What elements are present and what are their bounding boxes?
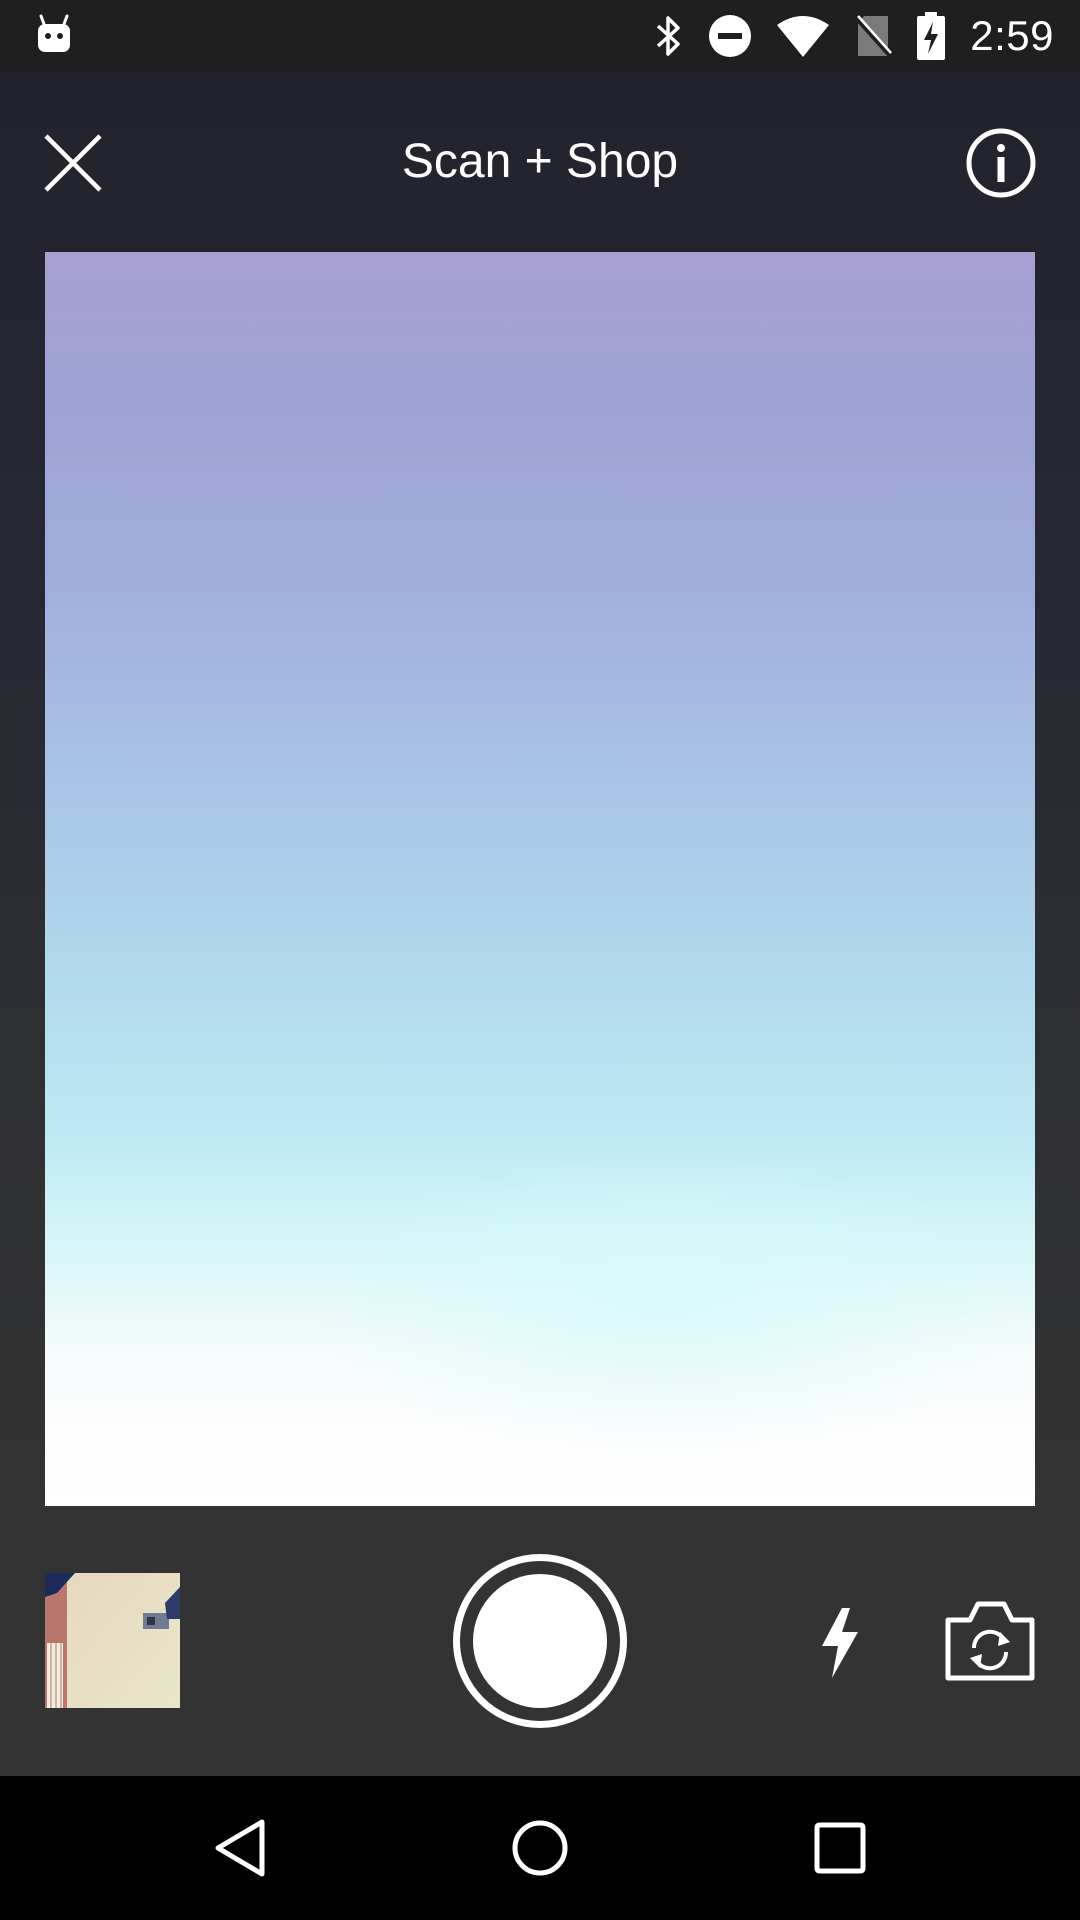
no-sim-icon [854, 14, 893, 58]
back-button[interactable] [212, 1818, 272, 1878]
flip-camera-icon [945, 1601, 1035, 1681]
status-time: 2:59 [970, 12, 1054, 59]
camera-controls [0, 1506, 1080, 1776]
flash-button[interactable] [818, 1604, 862, 1680]
home-button[interactable] [510, 1818, 570, 1878]
gallery-thumbnail[interactable] [45, 1573, 180, 1708]
battery-charging-icon [916, 12, 946, 60]
system-navigation-bar [0, 1776, 1080, 1920]
do-not-disturb-icon [708, 14, 752, 58]
recents-icon [814, 1822, 866, 1874]
shutter-button[interactable] [453, 1554, 627, 1728]
flash-icon [822, 1608, 858, 1678]
android-notification-icon [36, 14, 72, 54]
flip-camera-button[interactable] [944, 1600, 1036, 1682]
home-icon [512, 1820, 568, 1876]
back-icon [215, 1819, 265, 1877]
camera-viewfinder[interactable] [45, 252, 1035, 1506]
app-bar: Scan + Shop [0, 72, 1080, 252]
recents-button[interactable] [810, 1818, 870, 1878]
info-icon [966, 128, 1036, 198]
shutter-icon [473, 1574, 607, 1708]
wifi-icon [776, 15, 830, 57]
info-button[interactable] [966, 128, 1036, 198]
camera-screen: 2:59 Scan + Shop [0, 0, 1080, 1920]
status-bar: 2:59 [0, 0, 1080, 72]
page-title: Scan + Shop [401, 135, 679, 188]
bluetooth-icon [654, 14, 684, 58]
